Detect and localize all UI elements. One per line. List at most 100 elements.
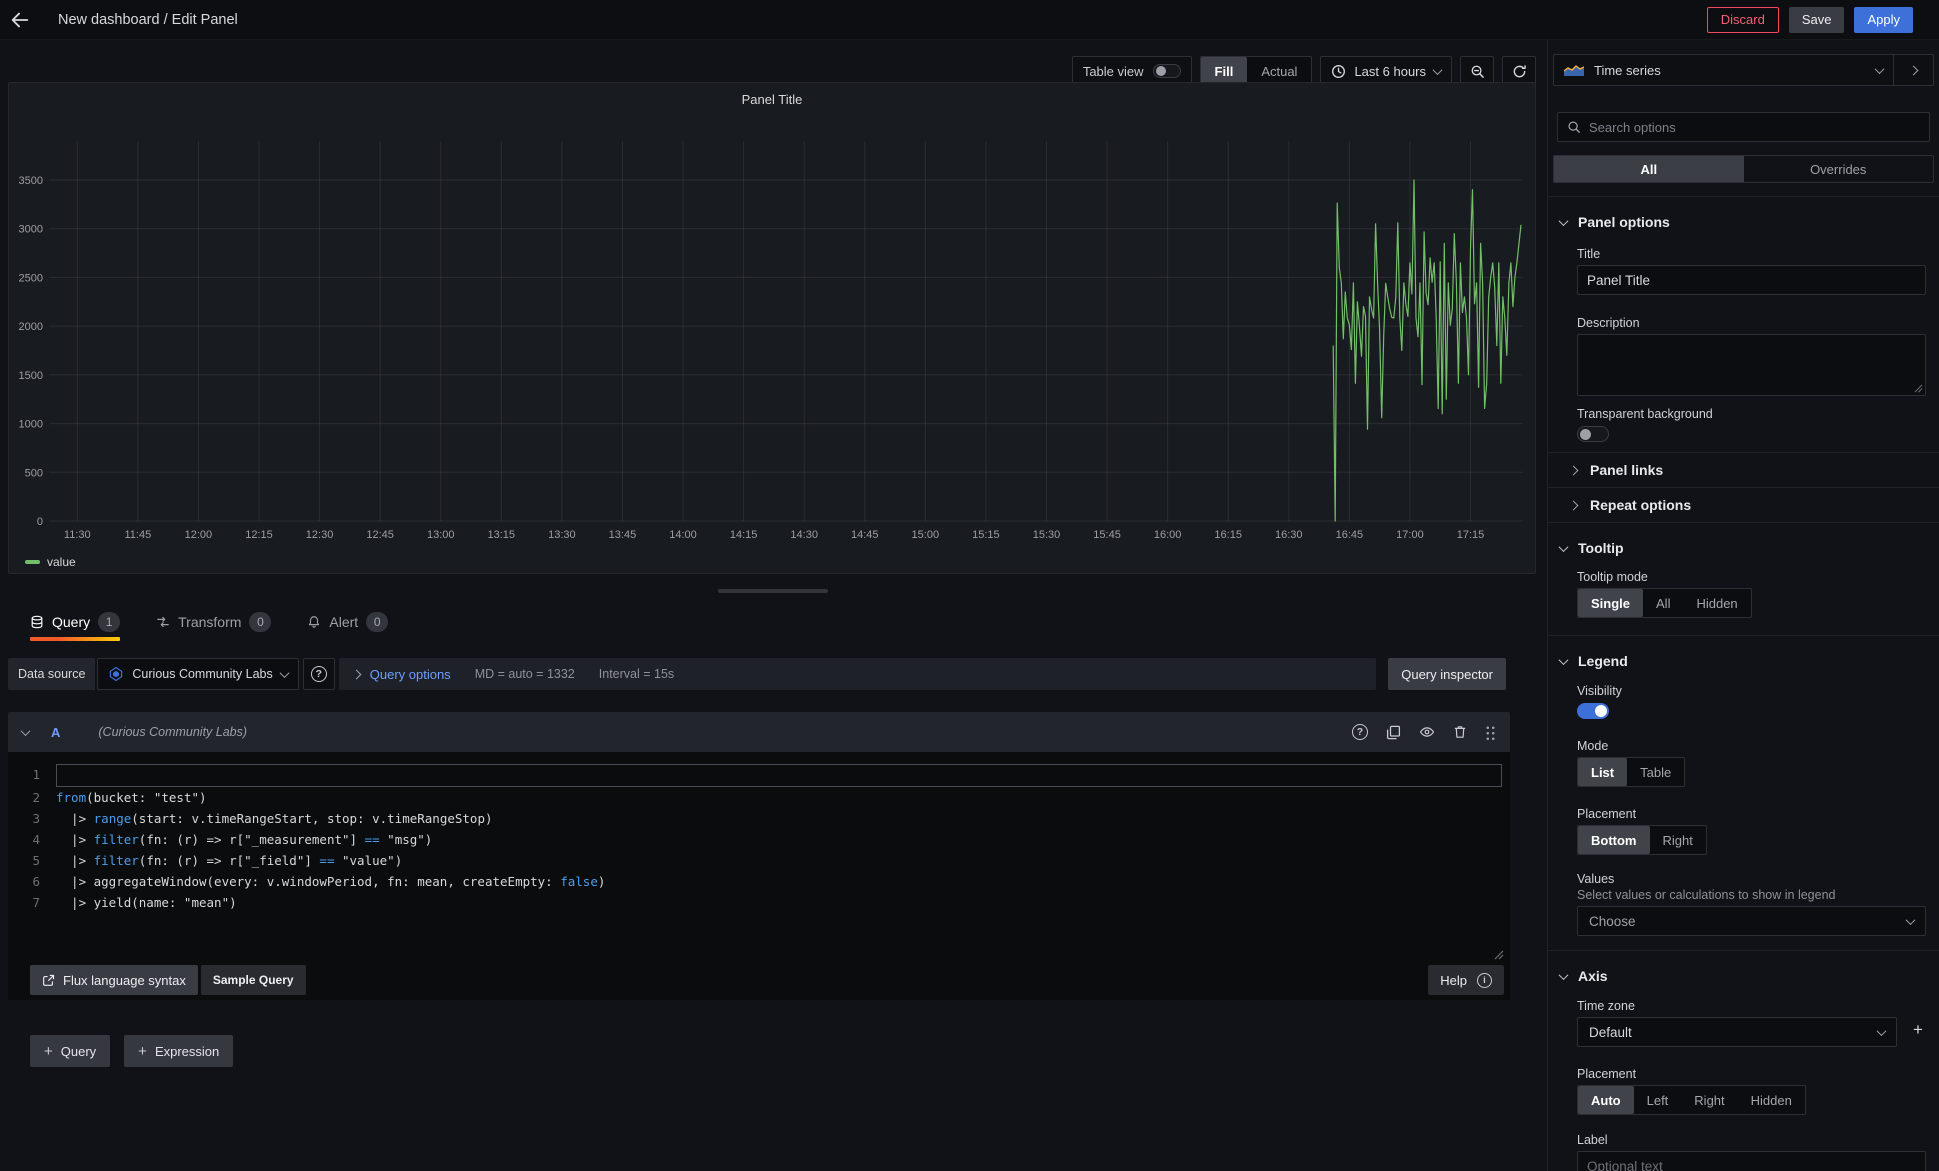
editor-resize-handle[interactable] (1494, 950, 1504, 960)
query-options-label: Query options (370, 667, 451, 682)
help-button[interactable]: Help i (1428, 965, 1504, 995)
svg-text:12:45: 12:45 (366, 529, 394, 541)
flux-syntax-button[interactable]: Flux language syntax (30, 965, 198, 995)
svg-text:13:15: 13:15 (488, 529, 516, 541)
tooltip-mode-single[interactable]: Single (1578, 589, 1643, 617)
visualization-picker[interactable]: Time series (1554, 55, 1893, 85)
section-panel-links[interactable]: Panel links (1570, 453, 1939, 487)
svg-text:15:45: 15:45 (1093, 529, 1121, 541)
discard-button[interactable]: Discard (1707, 7, 1779, 33)
actual-option[interactable]: Actual (1247, 57, 1311, 85)
query-help-button[interactable]: ? (1352, 724, 1368, 740)
apply-button[interactable]: Apply (1854, 7, 1913, 33)
axis-placement-auto[interactable]: Auto (1578, 1086, 1634, 1114)
legend-visibility-toggle[interactable] (1577, 703, 1609, 719)
transform-icon (156, 615, 170, 629)
code-line[interactable]: 5 |> filter(fn: (r) => r["_field"] == "v… (30, 850, 1502, 871)
options-search[interactable] (1557, 112, 1930, 142)
line-number: 5 (30, 850, 56, 871)
query-inspector-button[interactable]: Query inspector (1388, 658, 1506, 690)
legend-placement-switch: Bottom Right (1577, 825, 1707, 855)
tooltip-mode-all[interactable]: All (1643, 589, 1683, 617)
chevron-down-icon (1433, 65, 1443, 75)
tooltip-mode-hidden[interactable]: Hidden (1683, 589, 1750, 617)
table-view-toggle[interactable] (1153, 64, 1181, 78)
fill-option[interactable]: Fill (1201, 57, 1248, 85)
add-query-button[interactable]: + Query (30, 1035, 110, 1067)
legend-mode-table[interactable]: Table (1627, 758, 1684, 786)
legend-placement-right[interactable]: Right (1650, 826, 1706, 854)
timezone-value: Default (1589, 1025, 1632, 1040)
splitter-drag-handle[interactable] (718, 589, 828, 593)
tab-transform[interactable]: Transform 0 (156, 603, 271, 641)
code-line[interactable]: 6 |> aggregateWindow(every: v.windowPeri… (30, 871, 1502, 892)
section-axis[interactable]: Axis (1560, 961, 1939, 991)
legend-mode-list[interactable]: List (1578, 758, 1627, 786)
code-line[interactable]: 2from(bucket: "test") (30, 787, 1502, 808)
chevron-right-icon (1569, 500, 1579, 510)
collapse-options-button[interactable] (1893, 55, 1933, 85)
delete-query-button[interactable] (1453, 725, 1467, 739)
axis-placement-hidden[interactable]: Hidden (1738, 1086, 1805, 1114)
axis-label-input[interactable] (1587, 1159, 1916, 1171)
timezone-select[interactable]: Default (1577, 1017, 1897, 1047)
flux-code-editor[interactable]: 1 2from(bucket: "test")3 |> range(start:… (30, 764, 1502, 913)
tab-query[interactable]: Query 1 (30, 603, 120, 641)
section-legend[interactable]: Legend (1560, 646, 1939, 676)
add-expression-button[interactable]: + Expression (124, 1035, 233, 1067)
select-placeholder: Choose (1589, 914, 1636, 929)
datasource-picker[interactable]: Curious Community Labs (97, 658, 298, 690)
datasource-help-button[interactable]: ? (303, 658, 335, 690)
plus-icon: + (138, 1043, 147, 1060)
axis-placement-left[interactable]: Left (1634, 1086, 1682, 1114)
back-button[interactable] (0, 0, 40, 40)
tab-overrides[interactable]: Overrides (1744, 156, 1934, 182)
save-button[interactable]: Save (1789, 7, 1845, 33)
transparent-bg-toggle[interactable] (1577, 426, 1609, 442)
textarea-resize-handle[interactable] (1914, 384, 1923, 393)
panel-title-input[interactable] (1587, 273, 1916, 288)
query-options-toggle[interactable]: Query options (353, 667, 451, 682)
query-ref-id[interactable]: A (51, 725, 60, 740)
info-circle-icon: i (1477, 973, 1492, 988)
section-tooltip[interactable]: Tooltip (1560, 533, 1939, 563)
svg-text:12:30: 12:30 (306, 529, 334, 541)
chevron-down-icon (1559, 542, 1569, 552)
svg-text:14:45: 14:45 (851, 529, 879, 541)
legend-values-select[interactable]: Choose (1577, 906, 1926, 936)
add-timezone-button[interactable]: + (1905, 1017, 1931, 1043)
line-number: 3 (30, 808, 56, 829)
section-title: Axis (1578, 968, 1608, 984)
tab-alert[interactable]: Alert 0 (307, 603, 388, 641)
section-panel-options[interactable]: Panel options (1560, 207, 1939, 237)
description-field[interactable] (1577, 334, 1926, 396)
query-editor-card: A (Curious Community Labs) ? 1 2from(buc… (8, 712, 1510, 1000)
clock-icon (1331, 64, 1346, 79)
axis-label-label: Label (1577, 1133, 1939, 1147)
panel-preview: Panel Title 0500100015002000250030003500… (8, 82, 1536, 574)
add-query-label: Query (61, 1044, 96, 1059)
time-series-chart[interactable]: 050010001500200025003000350011:3011:4512… (15, 117, 1531, 547)
tab-transform-count: 0 (249, 612, 271, 632)
code-line[interactable]: 3 |> range(start: v.timeRangeStart, stop… (30, 808, 1502, 829)
svg-text:11:45: 11:45 (124, 529, 151, 541)
code-line[interactable]: 7 |> yield(name: "mean") (30, 892, 1502, 913)
editor-tabs: Query 1 Transform 0 Alert 0 (30, 603, 388, 641)
sample-query-button[interactable]: Sample Query (201, 965, 306, 995)
options-search-input[interactable] (1589, 120, 1920, 135)
section-repeat-options[interactable]: Repeat options (1570, 488, 1939, 522)
collapse-query-icon[interactable] (21, 726, 31, 736)
chart-legend[interactable]: value (25, 555, 76, 569)
query-editor-footer: Flux language syntax Sample Query Help i (8, 964, 1510, 996)
line-number: 6 (30, 871, 56, 892)
panel-title[interactable]: Panel Title (9, 83, 1535, 107)
tab-all[interactable]: All (1554, 156, 1744, 182)
svg-text:17:15: 17:15 (1457, 529, 1485, 541)
code-line[interactable]: 4 |> filter(fn: (r) => r["_measurement"]… (30, 829, 1502, 850)
legend-placement-bottom[interactable]: Bottom (1578, 826, 1650, 854)
drag-handle-icon[interactable] (1485, 725, 1496, 740)
hide-query-button[interactable] (1419, 724, 1435, 740)
axis-placement-right[interactable]: Right (1681, 1086, 1737, 1114)
duplicate-query-button[interactable] (1386, 725, 1401, 740)
code-line[interactable]: 1 (30, 764, 1502, 787)
